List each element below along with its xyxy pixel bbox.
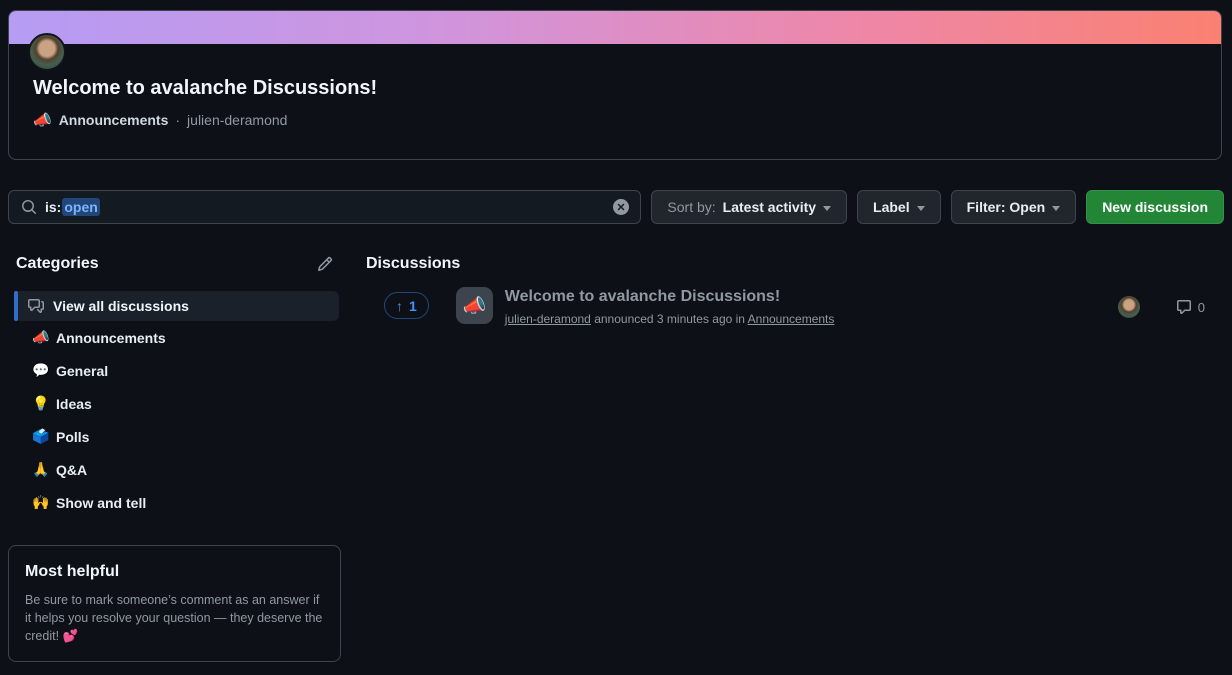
participant-avatar[interactable] [1118, 296, 1140, 318]
discussion-row[interactable]: ↑ 1 📣 Welcome to avalanche Discussions! … [366, 286, 1224, 327]
discussion-meta-text: announced 3 minutes ago in [591, 312, 748, 326]
discussion-title-link[interactable]: Welcome to avalanche Discussions! [505, 287, 835, 307]
discussion-text-block: Welcome to avalanche Discussions! julien… [505, 287, 835, 327]
category-label: General [56, 363, 108, 379]
view-all-discussions-label: View all discussions [53, 298, 189, 314]
raising-hands-emoji-icon: 🙌 [32, 494, 49, 511]
megaphone-emoji-icon: 📣 [33, 111, 52, 129]
banner-meta-separator: · [175, 112, 180, 128]
search-qualifier: is: [45, 199, 61, 215]
clear-search-icon[interactable] [613, 199, 629, 215]
upvote-button[interactable]: ↑ 1 [384, 292, 429, 319]
selected-indicator-bar [14, 291, 18, 321]
sidebar-item-announcements[interactable]: 📣 Announcements [8, 321, 341, 354]
category-label: Ideas [56, 396, 92, 412]
banner-category-link[interactable]: Announcements [59, 112, 169, 128]
megaphone-emoji-icon: 📣 [462, 294, 486, 318]
chevron-down-icon [1052, 206, 1060, 211]
discussion-row-right: 0 [1118, 296, 1205, 318]
edit-categories-pencil-icon[interactable] [317, 256, 333, 272]
sidebar-item-general[interactable]: 💬 General [8, 354, 341, 387]
most-helpful-title: Most helpful [25, 562, 324, 581]
welcome-banner-card: Welcome to avalanche Discussions! 📣 Anno… [8, 10, 1222, 160]
most-helpful-card: Most helpful Be sure to mark someone’s c… [8, 545, 341, 662]
sidebar-item-view-all-discussions[interactable]: View all discussions [14, 291, 339, 321]
light-bulb-emoji-icon: 💡 [32, 395, 49, 412]
category-label: Show and tell [56, 495, 146, 511]
discussions-toolbar: is: open Sort by: Latest activity Label … [8, 190, 1224, 224]
search-icon [21, 199, 37, 215]
search-input[interactable]: is: open [8, 190, 641, 224]
state-filter-button[interactable]: Filter: Open [951, 190, 1077, 224]
categories-sidebar: Categories View all discussions 📣 Announ… [8, 254, 341, 662]
folded-hands-emoji-icon: 🙏 [32, 461, 49, 478]
comment-icon [1176, 299, 1192, 315]
most-helpful-body: Be sure to mark someone’s comment as an … [25, 591, 324, 645]
label-button-text: Label [873, 199, 910, 215]
filter-button-text: Filter: Open [967, 199, 1046, 215]
ballot-box-emoji-icon: 🗳️ [32, 428, 49, 445]
categories-header: Categories [8, 254, 341, 273]
sort-by-prefix: Sort by: [667, 199, 715, 215]
banner-title: Welcome to avalanche Discussions! [33, 77, 377, 100]
chevron-down-icon [917, 206, 925, 211]
speech-balloon-emoji-icon: 💬 [32, 362, 49, 379]
sort-by-value: Latest activity [723, 199, 816, 215]
comment-count: 0 [1198, 300, 1205, 315]
main-content: Categories View all discussions 📣 Announ… [8, 254, 1224, 662]
discussion-author-link[interactable]: julien-deramond [505, 312, 591, 326]
sidebar-item-ideas[interactable]: 💡 Ideas [8, 387, 341, 420]
new-discussion-label: New discussion [1102, 199, 1208, 215]
banner-meta: 📣 Announcements · julien-deramond [33, 111, 287, 129]
banner-author-link[interactable]: julien-deramond [187, 112, 287, 128]
category-label: Polls [56, 429, 89, 445]
sidebar-item-qa[interactable]: 🙏 Q&A [8, 453, 341, 486]
search-qualifier-value: open [62, 198, 99, 216]
discussions-title: Discussions [366, 254, 1224, 273]
banner-author-avatar [28, 33, 66, 71]
categories-title: Categories [16, 255, 99, 273]
discussions-panel: Discussions ↑ 1 📣 Welcome to avalanche D… [366, 254, 1224, 662]
upvote-count: 1 [409, 298, 417, 314]
arrow-up-icon: ↑ [396, 298, 403, 314]
discussion-meta: julien-deramond announced 3 minutes ago … [505, 311, 835, 327]
label-filter-button[interactable]: Label [857, 190, 941, 224]
sort-by-button[interactable]: Sort by: Latest activity [651, 190, 847, 224]
banner-gradient-header [9, 11, 1221, 44]
categories-list: View all discussions 📣 Announcements 💬 G… [8, 291, 341, 519]
category-label: Announcements [56, 330, 166, 346]
chevron-down-icon [823, 206, 831, 211]
sidebar-item-polls[interactable]: 🗳️ Polls [8, 420, 341, 453]
new-discussion-button[interactable]: New discussion [1086, 190, 1224, 224]
discussion-category-link[interactable]: Announcements [748, 312, 835, 326]
comment-discussion-icon [28, 298, 44, 314]
sidebar-item-show-and-tell[interactable]: 🙌 Show and tell [8, 486, 341, 519]
category-label: Q&A [56, 462, 87, 478]
megaphone-emoji-icon: 📣 [32, 329, 49, 346]
comment-count-group: 0 [1176, 299, 1205, 315]
discussion-category-tile: 📣 [456, 287, 493, 324]
